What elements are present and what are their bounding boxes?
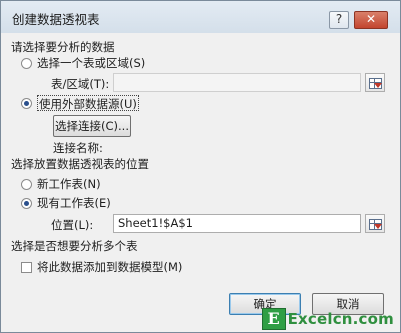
range-picker-arrow-icon xyxy=(374,224,382,229)
location-input[interactable]: Sheet1!$A$1 xyxy=(113,214,361,233)
multiple-tables-section-label: 选择是否想要分析多个表 xyxy=(11,239,138,253)
option-existing-sheet-radio[interactable] xyxy=(21,197,32,209)
close-button[interactable]: ✕ xyxy=(354,11,388,29)
table-range-label: 表/区域(T): xyxy=(51,77,110,91)
option-external-source-radio[interactable] xyxy=(21,97,32,109)
create-pivot-table-dialog: 创建数据透视表 ? ✕ 请选择要分析的数据 选择一个表或区域(S) 表/区域(T… xyxy=(0,0,401,333)
option-external-source-focus: 使用外部数据源(U) xyxy=(37,95,139,111)
location-label: 位置(L): xyxy=(51,218,94,232)
option-external-source[interactable]: 使用外部数据源(U) xyxy=(21,95,139,111)
watermark-text: Excelcn.com xyxy=(287,310,394,328)
dialog-title: 创建数据透视表 xyxy=(12,12,100,27)
watermark-logo: E xyxy=(261,308,286,330)
option-table-range-label: 选择一个表或区域(S) xyxy=(37,56,146,70)
choose-connection-button[interactable]: 选择连接(C)... xyxy=(53,115,131,137)
option-new-sheet-label: 新工作表(N) xyxy=(37,177,101,191)
table-range-input[interactable] xyxy=(113,73,361,92)
option-table-range-radio[interactable] xyxy=(21,57,32,69)
location-picker-button[interactable] xyxy=(365,214,385,233)
add-to-data-model-option[interactable]: 将此数据添加到数据模型(M) xyxy=(21,259,182,275)
title-bar: 创建数据透视表 ? ✕ xyxy=(1,1,400,33)
add-to-data-model-label: 将此数据添加到数据模型(M) xyxy=(37,260,183,274)
option-existing-sheet-label: 现有工作表(E) xyxy=(37,196,111,210)
option-external-source-label: 使用外部数据源(U) xyxy=(39,97,137,111)
connection-name-label: 连接名称: xyxy=(53,141,103,155)
range-picker-arrow-icon xyxy=(374,83,382,88)
site-watermark: E Excelcn.com xyxy=(261,308,394,330)
option-new-sheet-radio[interactable] xyxy=(21,178,32,190)
option-new-sheet[interactable]: 新工作表(N) xyxy=(21,176,101,192)
option-existing-sheet[interactable]: 现有工作表(E) xyxy=(21,195,111,211)
add-to-data-model-checkbox[interactable] xyxy=(21,261,32,273)
placement-section-label: 选择放置数据透视表的位置 xyxy=(11,157,149,171)
option-table-range[interactable]: 选择一个表或区域(S) xyxy=(21,55,145,71)
data-source-section-label: 请选择要分析的数据 xyxy=(11,40,115,54)
table-range-picker-button[interactable] xyxy=(365,73,385,92)
help-button[interactable]: ? xyxy=(329,11,349,29)
